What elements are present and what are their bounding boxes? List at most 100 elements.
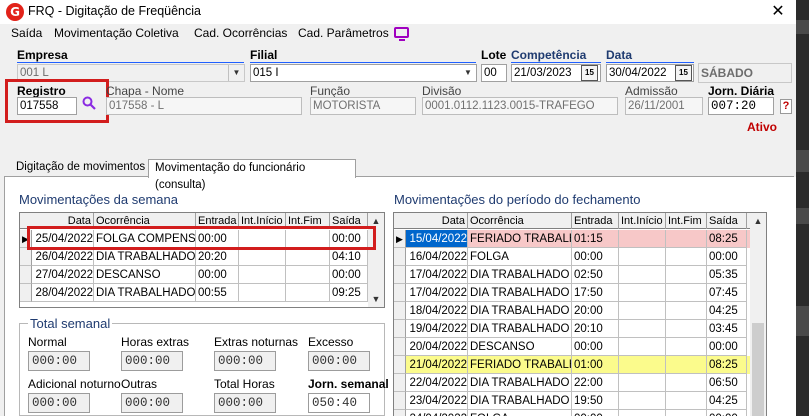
row-indicator[interactable] bbox=[394, 248, 406, 266]
chevron-down-icon[interactable]: ▼ bbox=[460, 65, 476, 81]
row-indicator[interactable] bbox=[394, 356, 406, 374]
monitor-icon[interactable] bbox=[394, 27, 409, 41]
table-cell[interactable] bbox=[619, 356, 666, 374]
table-cell[interactable] bbox=[666, 374, 707, 392]
table-cell[interactable]: 00:00 bbox=[707, 410, 747, 416]
table-cell[interactable]: 00:00 bbox=[707, 338, 747, 356]
table-cell[interactable]: 26/04/2022 bbox=[32, 248, 94, 266]
table-cell[interactable]: 20:10 bbox=[572, 320, 619, 338]
table-cell[interactable]: 09:25 bbox=[330, 284, 368, 302]
table-cell[interactable]: 06:50 bbox=[707, 374, 747, 392]
table-row[interactable]: 18/04/2022 DIA TRABALHADO 20:00 04:25 bbox=[394, 302, 750, 320]
table-cell[interactable] bbox=[619, 248, 666, 266]
calendar-icon[interactable]: 15 bbox=[581, 65, 598, 81]
tab-movimentacao-funcionario[interactable]: Movimentação do funcionário (consulta) bbox=[148, 159, 356, 191]
row-indicator[interactable] bbox=[394, 266, 406, 284]
total-value-field[interactable]: 050:40 bbox=[308, 393, 370, 413]
filial-select[interactable]: 015 I ▼ bbox=[250, 64, 477, 82]
help-button[interactable]: ? bbox=[780, 99, 792, 114]
table-cell[interactable]: 08:25 bbox=[707, 356, 747, 374]
table-cell[interactable]: 04:10 bbox=[330, 248, 368, 266]
table-cell[interactable] bbox=[239, 248, 286, 266]
table-cell[interactable] bbox=[619, 284, 666, 302]
table-row[interactable]: 27/04/2022 DESCANSO 00:00 00:00 bbox=[20, 266, 368, 284]
column-header[interactable]: Data bbox=[406, 213, 468, 229]
table-cell[interactable]: 20:20 bbox=[196, 248, 239, 266]
row-indicator[interactable] bbox=[394, 302, 406, 320]
table-row[interactable]: 24/04/2022FOLGA00:0000:00 bbox=[394, 410, 750, 416]
row-indicator[interactable] bbox=[20, 284, 32, 302]
table-cell[interactable]: 00:00 bbox=[572, 248, 619, 266]
table-cell[interactable]: 24/04/2022 bbox=[406, 410, 468, 416]
table-cell[interactable]: DIA TRABALHADO bbox=[94, 248, 196, 266]
table-cell[interactable]: 22:00 bbox=[572, 374, 619, 392]
table-cell[interactable]: 16/04/2022 bbox=[406, 248, 468, 266]
table-cell[interactable] bbox=[666, 356, 707, 374]
table-cell[interactable] bbox=[619, 338, 666, 356]
table-cell[interactable]: DIA TRABALHADO bbox=[468, 302, 572, 320]
table-cell[interactable] bbox=[666, 392, 707, 410]
table-cell[interactable]: 08:25 bbox=[707, 230, 747, 248]
row-indicator[interactable] bbox=[20, 266, 32, 284]
menu-cad-ocorrencias[interactable]: Cad. Ocorrências bbox=[194, 26, 287, 40]
table-row[interactable]: 17/04/2022 DIA TRABALHADO 02:50 05:35 bbox=[394, 266, 750, 284]
table-cell[interactable]: FOLGA bbox=[468, 410, 572, 416]
table-cell[interactable]: DESCANSO bbox=[94, 266, 196, 284]
table-cell[interactable]: FOLGA bbox=[468, 248, 572, 266]
table-row[interactable]: 16/04/2022 FOLGA 00:00 00:00 bbox=[394, 248, 750, 266]
table-cell[interactable]: 17/04/2022 bbox=[406, 284, 468, 302]
table-cell[interactable] bbox=[239, 266, 286, 284]
table-cell[interactable]: 02:50 bbox=[572, 266, 619, 284]
column-header[interactable]: Int.Fim bbox=[666, 213, 707, 229]
row-indicator[interactable] bbox=[394, 392, 406, 410]
table-cell[interactable]: 23/04/2022 bbox=[406, 392, 468, 410]
table-cell[interactable]: 19/04/2022 bbox=[406, 320, 468, 338]
calendar-icon[interactable]: 15 bbox=[675, 65, 692, 81]
table-cell[interactable] bbox=[619, 410, 666, 416]
table-cell[interactable] bbox=[619, 320, 666, 338]
close-button[interactable]: ✕ bbox=[762, 2, 794, 22]
table-cell[interactable]: DIA TRABALHADO bbox=[468, 266, 572, 284]
row-indicator[interactable] bbox=[394, 320, 406, 338]
table-row[interactable]: 22/04/2022 DIA TRABALHADO 22:00 06:50 bbox=[394, 374, 750, 392]
table-cell[interactable]: 00:00 bbox=[196, 266, 239, 284]
row-pointer-icon[interactable]: ▶ bbox=[394, 230, 406, 248]
table-cell[interactable] bbox=[619, 302, 666, 320]
table-cell[interactable]: 19:50 bbox=[572, 392, 619, 410]
table-cell[interactable]: 00:55 bbox=[196, 284, 239, 302]
menu-cad-parametros[interactable]: Cad. Parâmetros bbox=[298, 26, 389, 40]
lote-field[interactable]: 00 bbox=[481, 64, 507, 82]
period-grid[interactable]: Data Ocorrência Entrada Int.Início Int.Fim Sa… bbox=[393, 212, 767, 416]
table-cell[interactable]: FERIADO TRABALHADO bbox=[468, 356, 572, 374]
table-row[interactable]: 20/04/2022 DESCANSO 00:00 00:00 bbox=[394, 338, 750, 356]
table-cell[interactable] bbox=[286, 248, 330, 266]
table-cell[interactable]: 18/04/2022 bbox=[406, 302, 468, 320]
table-cell[interactable] bbox=[619, 374, 666, 392]
table-cell[interactable]: FERIADO TRABALHADO bbox=[468, 230, 572, 248]
table-cell[interactable] bbox=[619, 266, 666, 284]
table-row[interactable]: ▶15/04/2022FERIADO TRABALHADO01:15 08:25 bbox=[394, 230, 750, 248]
scroll-down-icon[interactable]: ▼ bbox=[368, 291, 384, 307]
table-cell[interactable]: 07:45 bbox=[707, 284, 747, 302]
table-cell[interactable]: 17/04/2022 bbox=[406, 266, 468, 284]
table-row[interactable]: 17/04/2022 DIA TRABALHADO 17:50 07:45 bbox=[394, 284, 750, 302]
table-cell[interactable] bbox=[286, 266, 330, 284]
column-header[interactable]: Ocorrência bbox=[468, 213, 572, 229]
table-cell[interactable] bbox=[666, 302, 707, 320]
table-cell[interactable] bbox=[666, 248, 707, 266]
vertical-scrollbar[interactable]: ▲ bbox=[750, 213, 766, 416]
chevron-down-icon[interactable]: ▼ bbox=[228, 65, 244, 81]
table-cell[interactable] bbox=[666, 284, 707, 302]
tab-digitacao[interactable]: Digitação de movimentos bbox=[10, 159, 151, 177]
table-cell[interactable]: 04:25 bbox=[707, 392, 747, 410]
row-indicator[interactable] bbox=[394, 338, 406, 356]
table-cell[interactable]: 20/04/2022 bbox=[406, 338, 468, 356]
table-row[interactable]: 19/04/2022 DIA TRABALHADO 20:10 03:45 bbox=[394, 320, 750, 338]
table-cell[interactable]: 00:00 bbox=[707, 248, 747, 266]
row-indicator[interactable] bbox=[394, 284, 406, 302]
table-cell[interactable]: DIA TRABALHADO bbox=[468, 284, 572, 302]
table-cell[interactable] bbox=[666, 266, 707, 284]
menu-saida[interactable]: Saída bbox=[11, 26, 42, 40]
table-cell[interactable] bbox=[666, 410, 707, 416]
table-cell[interactable] bbox=[666, 320, 707, 338]
